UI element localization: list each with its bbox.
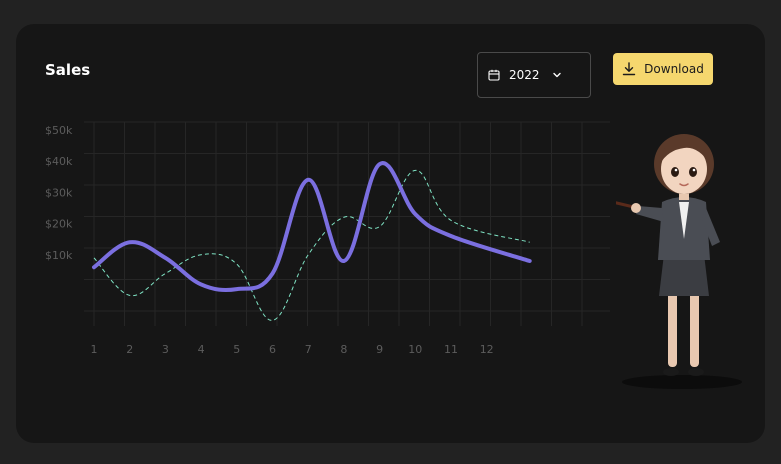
x-tick-label: 12: [480, 343, 494, 356]
x-tick-label: 2: [126, 343, 133, 356]
x-tick-label: 7: [305, 343, 312, 356]
x-tick-label: 6: [269, 343, 276, 356]
y-tick-label: $40k: [45, 155, 73, 168]
x-tick-label: 11: [444, 343, 458, 356]
x-tick-label: 8: [340, 343, 347, 356]
x-tick-label: 4: [198, 343, 205, 356]
y-tick-label: $10k: [45, 249, 73, 262]
series-line-dashed: [93, 169, 530, 321]
x-tick-label: 3: [162, 343, 169, 356]
y-tick-label: $30k: [45, 186, 73, 199]
x-tick-label: 10: [408, 343, 422, 356]
sales-card: Sales 2022 Download $50k $40k $30k $20k $10k…: [16, 24, 765, 443]
chart-grid: [84, 121, 610, 326]
x-tick-label: 5: [233, 343, 240, 356]
x-tick-label: 9: [376, 343, 383, 356]
x-tick-label: 1: [91, 343, 98, 356]
y-tick-label: $20k: [45, 218, 73, 231]
y-tick-label: $50k: [45, 124, 73, 137]
presenter-figure: [616, 134, 742, 389]
